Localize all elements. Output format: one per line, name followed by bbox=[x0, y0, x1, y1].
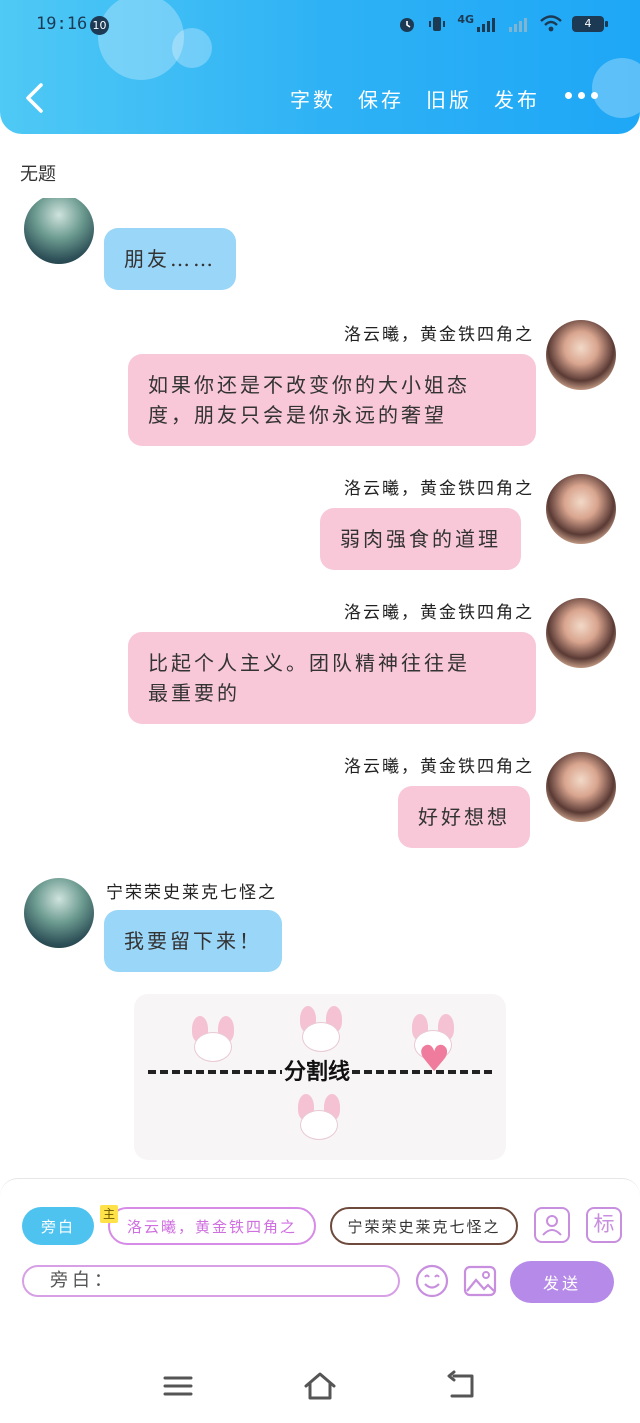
signal-icon bbox=[477, 18, 495, 32]
avatar-ning-rongrong[interactable] bbox=[24, 198, 94, 264]
menu-button[interactable] bbox=[160, 1370, 196, 1402]
notification-badge: 10 bbox=[90, 16, 109, 35]
wifi-icon bbox=[540, 15, 562, 32]
message-bubble[interactable]: 弱肉强食的道理 bbox=[320, 508, 521, 570]
sender-name: 洛云曦，黄金铁四角之 bbox=[344, 325, 534, 345]
status-icons: 4G 4 bbox=[397, 13, 608, 34]
save-button[interactable]: 保存 bbox=[358, 84, 404, 113]
message-bubble[interactable]: 我要留下来！ bbox=[104, 910, 282, 972]
message-text: 弱肉强食的道理 bbox=[340, 527, 501, 551]
old-version-button[interactable]: 旧版 bbox=[426, 84, 472, 113]
page-title[interactable]: 无题 bbox=[20, 160, 56, 186]
picture-icon bbox=[463, 1265, 497, 1297]
mark-button[interactable]: 标 bbox=[586, 1207, 622, 1243]
home-icon bbox=[304, 1372, 336, 1400]
contact-card-icon bbox=[542, 1215, 562, 1236]
melody-face bbox=[194, 1032, 232, 1062]
main-role-badge: 主 bbox=[100, 1205, 118, 1223]
message-bubble[interactable]: 好好想想 bbox=[398, 786, 530, 848]
sender-name: 洛云曦，黄金铁四角之 bbox=[344, 757, 534, 777]
composer-panel: 旁白 洛云曦，黄金铁四角之 主 宁荣荣史莱克七怪之 标 旁白： 发送 bbox=[0, 1178, 640, 1350]
decor-bubble bbox=[592, 58, 640, 118]
back-button[interactable] bbox=[22, 82, 48, 114]
more-dot bbox=[591, 92, 598, 99]
status-bar: 19:16 10 4G 4 bbox=[0, 10, 640, 40]
role-chip-luo-yunxi[interactable]: 洛云曦，黄金铁四角之 bbox=[108, 1207, 316, 1245]
sender-name: 宁荣荣史莱克七怪之 bbox=[106, 883, 277, 903]
role-manage-button[interactable] bbox=[534, 1207, 570, 1243]
message-bubble[interactable]: 如果你还是不改变你的大小姐态 度，朋友只会是你永远的奢望 bbox=[128, 354, 536, 446]
my-melody-sticker bbox=[292, 1094, 346, 1150]
more-menu-button[interactable] bbox=[565, 92, 598, 99]
return-icon bbox=[447, 1370, 474, 1398]
melody-face bbox=[302, 1022, 340, 1052]
network-type: 4G bbox=[457, 13, 474, 26]
message-text-line: 最重要的 bbox=[148, 681, 240, 705]
battery-icon: 4 bbox=[572, 16, 608, 32]
message-text-line: 如果你还是不改变你的大小姐态 bbox=[148, 373, 470, 397]
back-nav-button[interactable] bbox=[444, 1370, 480, 1402]
message-text: 好好想想 bbox=[418, 805, 510, 829]
menu-icon bbox=[163, 1376, 193, 1396]
status-time: 19:16 bbox=[36, 14, 88, 34]
signal-2-icon bbox=[509, 18, 527, 32]
divider-label: 分割线 bbox=[282, 1054, 353, 1086]
message-text: 朋友…… bbox=[124, 247, 216, 271]
chevron-left-icon bbox=[26, 83, 43, 113]
message-input[interactable]: 旁白： bbox=[22, 1265, 400, 1297]
smiley-icon bbox=[415, 1264, 449, 1298]
avatar-ning-rongrong[interactable] bbox=[24, 878, 94, 948]
alarm-icon bbox=[400, 18, 415, 32]
role-chip-ning-rongrong[interactable]: 宁荣荣史莱克七怪之 bbox=[330, 1207, 518, 1245]
divider-sticker[interactable]: ♥ 分割线 bbox=[134, 994, 506, 1160]
sender-name: 洛云曦，黄金铁四角之 bbox=[344, 603, 534, 623]
message-text-line: 度，朋友只会是你永远的奢望 bbox=[148, 403, 447, 427]
my-melody-sticker bbox=[186, 1016, 240, 1072]
message-text: 我要留下来！ bbox=[124, 929, 262, 953]
sender-name: 洛云曦，黄金铁四角之 bbox=[344, 479, 534, 499]
image-button[interactable] bbox=[462, 1263, 498, 1299]
avatar-luo-yunxi[interactable] bbox=[546, 474, 616, 544]
message-text-line: 比起个人主义。团队精神往往是 bbox=[148, 651, 470, 675]
publish-button[interactable]: 发布 bbox=[494, 84, 540, 113]
home-button[interactable] bbox=[302, 1370, 338, 1402]
avatar-luo-yunxi[interactable] bbox=[546, 598, 616, 668]
send-button[interactable]: 发送 bbox=[510, 1261, 614, 1303]
avatar-luo-yunxi[interactable] bbox=[546, 752, 616, 822]
system-nav-bar bbox=[0, 1350, 640, 1423]
word-count-button[interactable]: 字数 bbox=[290, 84, 336, 113]
melody-face bbox=[300, 1110, 338, 1140]
app-header: 19:16 10 4G 4 字数 保存 旧版 发布 bbox=[0, 0, 640, 134]
narrator-chip[interactable]: 旁白 bbox=[22, 1207, 94, 1245]
header-actions: 字数 保存 旧版 发布 bbox=[290, 84, 540, 113]
more-dot bbox=[578, 92, 585, 99]
vibrate-icon bbox=[429, 17, 446, 31]
emoji-button[interactable] bbox=[414, 1263, 450, 1299]
avatar-luo-yunxi[interactable] bbox=[546, 320, 616, 390]
message-bubble[interactable]: 朋友…… bbox=[104, 228, 236, 290]
more-dot bbox=[565, 92, 572, 99]
message-bubble[interactable]: 比起个人主义。团队精神往往是 最重要的 bbox=[128, 632, 536, 724]
